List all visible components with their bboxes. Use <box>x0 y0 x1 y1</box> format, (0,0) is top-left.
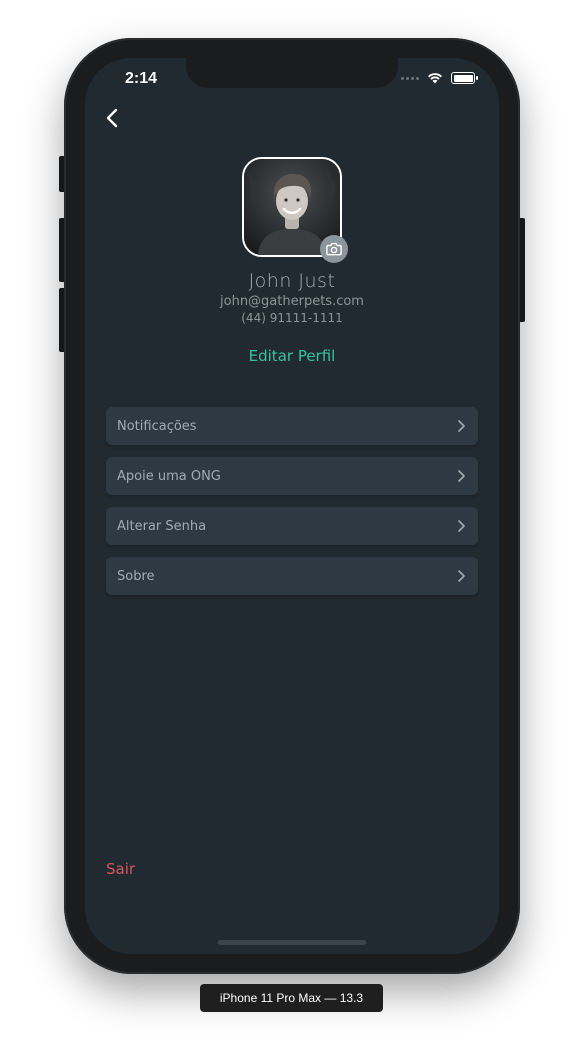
chevron-right-icon <box>458 570 465 582</box>
menu-item-label: Apoie uma ONG <box>117 468 221 484</box>
chevron-right-icon <box>458 520 465 532</box>
menu-item-notifications[interactable]: Notificações <box>106 407 478 445</box>
back-button[interactable] <box>101 106 125 130</box>
profile-phone: (44) 91111-1111 <box>241 311 343 325</box>
avatar-container <box>242 157 348 263</box>
device-label: iPhone 11 Pro Max — 13.3 <box>200 984 383 1012</box>
menu-item-label: Notificações <box>117 418 197 434</box>
battery-icon <box>451 72 478 84</box>
profile-name: John Just <box>248 270 336 292</box>
signal-icon <box>401 76 419 80</box>
status-time: 2:14 <box>125 70 158 87</box>
chevron-left-icon <box>106 108 118 128</box>
menu-item-label: Alterar Senha <box>117 518 207 534</box>
simulator-stage: 2:14 John Just john@gatherpets.com (44) … <box>0 0 584 1048</box>
menu-item-support-ngo[interactable]: Apoie uma ONG <box>106 457 478 495</box>
change-photo-button[interactable] <box>320 235 348 263</box>
menu-item-label: Sobre <box>117 568 155 584</box>
profile-email: john@gatherpets.com <box>220 294 364 309</box>
wifi-icon <box>428 73 442 84</box>
menu-item-about[interactable]: Sobre <box>106 557 478 595</box>
chevron-right-icon <box>458 470 465 482</box>
status-icons <box>401 72 478 84</box>
edit-profile-link[interactable]: Editar Perfil <box>85 347 499 365</box>
notch <box>186 58 398 88</box>
logout-button[interactable]: Sair <box>106 860 135 878</box>
camera-icon <box>326 242 342 256</box>
menu-item-change-password[interactable]: Alterar Senha <box>106 507 478 545</box>
app-screen: 2:14 John Just john@gatherpets.com (44) … <box>85 58 499 954</box>
settings-menu: Notificações Apoie uma ONG Alterar Senha… <box>106 407 478 607</box>
chevron-right-icon <box>458 420 465 432</box>
home-indicator[interactable] <box>218 940 366 945</box>
